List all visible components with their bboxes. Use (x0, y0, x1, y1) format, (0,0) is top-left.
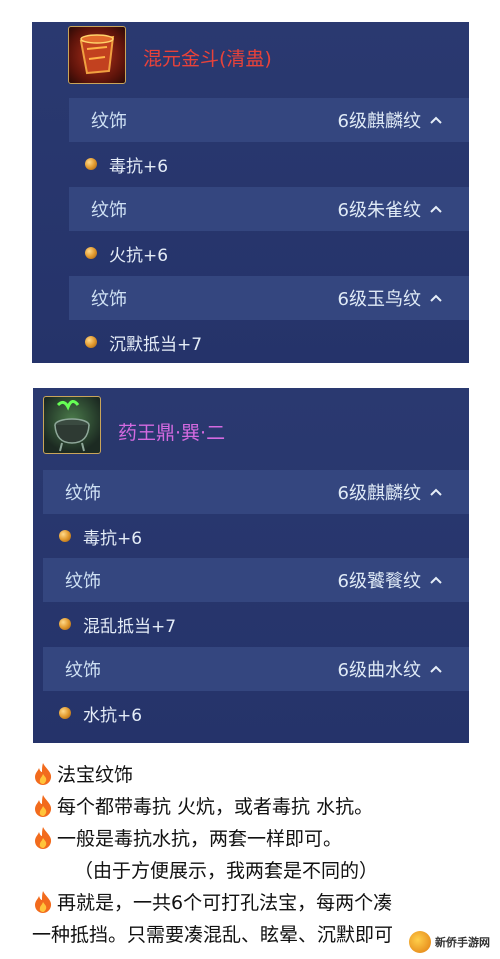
bullet-orb-icon (59, 618, 71, 630)
pattern-value: 6级麒麟纹 (338, 107, 443, 133)
pattern-value-text: 6级麒麟纹 (337, 111, 421, 132)
cauldron-icon[interactable] (43, 396, 101, 454)
pattern-label: 纹饰 (91, 289, 127, 310)
effect-row: 毒抗+6 (69, 142, 469, 186)
note-line: 法宝纹饰 (32, 760, 133, 787)
effect-text: 火抗+6 (109, 245, 169, 266)
effect-row: 毒抗+6 (43, 514, 469, 558)
pattern-row[interactable]: 纹饰 6级麒麟纹 (43, 470, 469, 514)
pattern-value-text: 6级朱雀纹 (337, 200, 421, 221)
site-logo-icon (409, 931, 431, 953)
note-text: 再就是，一共6个可打孔法宝，每两个凑 (57, 892, 393, 914)
note-line: 每个都带毒抗 火炕，或者毒抗 水抗。 (32, 792, 373, 819)
chevron-up-icon[interactable] (429, 291, 443, 305)
bullet-orb-icon (59, 530, 71, 542)
fire-icon (32, 890, 54, 914)
pattern-row[interactable]: 纹饰 6级曲水纹 (43, 647, 469, 691)
pattern-row[interactable]: 纹饰 6级玉鸟纹 (69, 276, 469, 320)
chevron-up-icon[interactable] (429, 573, 443, 587)
treasure-panel-2: 药王鼎·巽·二 纹饰 6级麒麟纹 毒抗+6 纹饰 6级饕餮纹 混乱抵当+7 纹饰… (33, 388, 469, 743)
effect-text: 毒抗+6 (109, 156, 169, 177)
effect-text: 水抗+6 (83, 705, 143, 726)
item-name: 混元金斗(清蛊) (143, 48, 272, 70)
pattern-value: 6级饕餮纹 (338, 567, 443, 593)
chevron-up-icon[interactable] (429, 662, 443, 676)
pattern-label: 纹饰 (65, 483, 101, 504)
pattern-label: 纹饰 (91, 200, 127, 221)
pattern-row[interactable]: 纹饰 6级朱雀纹 (69, 187, 469, 231)
pattern-value: 6级朱雀纹 (338, 196, 443, 222)
fire-icon (32, 794, 54, 818)
note-text: 每个都带毒抗 火炕，或者毒抗 水抗。 (57, 796, 374, 818)
pattern-row[interactable]: 纹饰 6级饕餮纹 (43, 558, 469, 602)
effect-text: 混乱抵当+7 (83, 616, 177, 637)
pattern-value-text: 6级曲水纹 (337, 660, 421, 681)
golden-dou-icon[interactable] (68, 26, 126, 84)
item-header: 药王鼎·巽·二 (33, 388, 469, 457)
bullet-orb-icon (85, 158, 97, 170)
pattern-value-text: 6级玉鸟纹 (337, 289, 421, 310)
bullet-orb-icon (59, 707, 71, 719)
effect-row: 混乱抵当+7 (43, 602, 469, 646)
note-line: 一种抵挡。只需要凑混乱、眩晕、沉默即可 (32, 920, 393, 947)
note-text: （由于方便展示，我两套是不同的） (74, 860, 379, 882)
treasure-panel-1: 混元金斗(清蛊) 纹饰 6级麒麟纹 毒抗+6 纹饰 6级朱雀纹 火抗+6 纹饰 … (32, 22, 469, 363)
effect-row: 火抗+6 (69, 231, 469, 275)
pattern-label: 纹饰 (65, 571, 101, 592)
item-name: 药王鼎·巽·二 (118, 422, 226, 444)
pattern-value-text: 6级饕餮纹 (337, 571, 421, 592)
note-text: 一般是毒抗水抗，两套一样即可。 (57, 828, 343, 850)
pattern-row[interactable]: 纹饰 6级麒麟纹 (69, 98, 469, 142)
note-text: 法宝纹饰 (57, 764, 134, 786)
pattern-value-text: 6级麒麟纹 (337, 483, 421, 504)
pattern-value: 6级玉鸟纹 (338, 285, 443, 311)
chevron-up-icon[interactable] (429, 113, 443, 127)
site-watermark: 新侨手游网 (405, 929, 494, 955)
bullet-orb-icon (85, 336, 97, 348)
pattern-value: 6级曲水纹 (338, 656, 443, 682)
pattern-label: 纹饰 (91, 111, 127, 132)
fire-icon (32, 826, 54, 850)
pattern-value: 6级麒麟纹 (338, 479, 443, 505)
effect-row: 水抗+6 (43, 691, 469, 735)
note-line: 一般是毒抗水抗，两套一样即可。 (32, 824, 342, 851)
pattern-label: 纹饰 (65, 660, 101, 681)
effect-text: 毒抗+6 (83, 528, 143, 549)
watermark-text: 新侨手游网 (435, 936, 490, 949)
effect-text: 沉默抵当+7 (109, 334, 203, 355)
fire-icon (32, 762, 54, 786)
item-header: 混元金斗(清蛊) (32, 22, 469, 91)
chevron-up-icon[interactable] (429, 485, 443, 499)
bullet-orb-icon (85, 247, 97, 259)
note-line: 再就是，一共6个可打孔法宝，每两个凑 (32, 888, 392, 915)
note-text: 一种抵挡。只需要凑混乱、眩晕、沉默即可 (32, 924, 394, 946)
note-line: （由于方便展示，我两套是不同的） (74, 856, 378, 883)
chevron-up-icon[interactable] (429, 202, 443, 216)
effect-row: 沉默抵当+7 (69, 320, 469, 363)
